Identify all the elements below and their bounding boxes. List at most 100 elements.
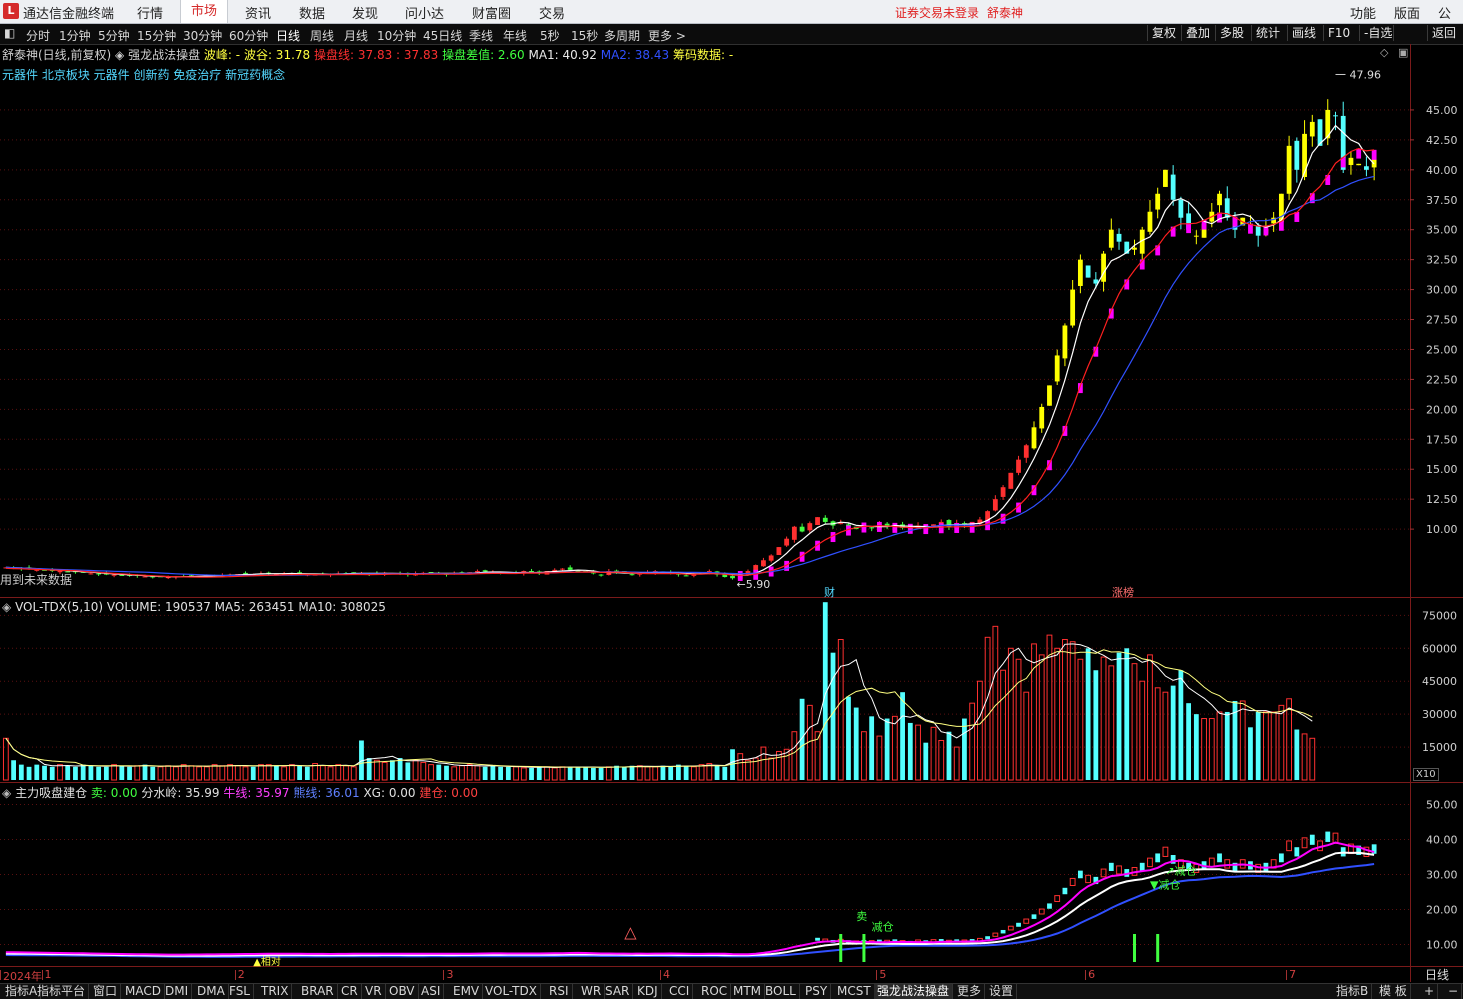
- future-data-note: 用到未来数据: [0, 573, 73, 587]
- vol-bar: [211, 764, 218, 781]
- vol-bar: [629, 765, 635, 780]
- bottom-tab-6[interactable]: FSL: [226, 984, 254, 999]
- candle-body: [730, 575, 735, 579]
- ind-annotation-1: 卖: [856, 910, 867, 923]
- vol-bar: [962, 718, 967, 780]
- vol-bar: [103, 766, 109, 780]
- bottom-tab-8[interactable]: BRAR: [298, 984, 338, 999]
- bottom-tab-20[interactable]: ROC: [698, 984, 732, 999]
- ind-toggle-icon[interactable]: ◈: [2, 786, 11, 800]
- bottom-tab-4[interactable]: DMI: [162, 984, 193, 999]
- vol-bar: [575, 766, 581, 780]
- candle-body: [1108, 229, 1114, 248]
- vol-tick-label: 60000: [1422, 642, 1457, 655]
- bottom-tab-22[interactable]: BOLL: [762, 984, 800, 999]
- build-bar: [862, 934, 866, 962]
- bottom-tab-15[interactable]: RSI: [546, 984, 573, 999]
- vol-bar: [11, 760, 16, 780]
- vol-bar: [274, 765, 279, 780]
- vol-bar: [907, 722, 913, 780]
- bottom-tab-11[interactable]: OBV: [386, 984, 419, 999]
- bottom-tab-13[interactable]: EMV: [450, 984, 484, 999]
- vol-bar: [1124, 648, 1130, 780]
- month-label-4: 4: [662, 968, 670, 981]
- vol-bar: [490, 765, 496, 780]
- candle-body: [799, 526, 805, 532]
- bottom-right-2[interactable]: +: [1421, 984, 1439, 999]
- ind-block: [1155, 853, 1161, 863]
- bottom-tab-3[interactable]: MACD: [122, 984, 165, 999]
- bottom-tab-2[interactable]: 窗口: [90, 984, 122, 999]
- main-tick-label: 25.00: [1426, 343, 1458, 356]
- ind-block: [1016, 922, 1021, 927]
- candle-body: [1178, 199, 1184, 218]
- bottom-tab-18[interactable]: KDJ: [634, 984, 662, 999]
- candle-body: [1116, 233, 1122, 242]
- candle-body: [1047, 385, 1052, 406]
- vol-bar: [714, 765, 720, 780]
- vol-title[interactable]: VOL-TDX(5,10): [15, 600, 103, 614]
- bottom-tab-5[interactable]: DMA: [194, 984, 229, 999]
- month-tick: [1085, 970, 1087, 980]
- vol-bar: [853, 707, 859, 780]
- bottom-tab-7[interactable]: TRIX: [258, 984, 293, 999]
- bottom-tab-26[interactable]: 更多: [954, 984, 986, 999]
- vol-bar: [80, 764, 86, 780]
- candle-body: [776, 547, 782, 555]
- candle-body: [1348, 157, 1354, 166]
- ind-title[interactable]: 主力吸盘建仓: [15, 786, 87, 800]
- bottom-tab-23[interactable]: PSY: [802, 984, 832, 999]
- bottom-tab-12[interactable]: ASI: [418, 984, 445, 999]
- candle-body: [119, 574, 125, 576]
- period-indicator[interactable]: 日线: [1413, 968, 1461, 982]
- vol-bar: [1239, 700, 1246, 781]
- bottom-tab-21[interactable]: MTM: [730, 984, 766, 999]
- main-tick-label: 40.00: [1426, 164, 1458, 177]
- bottom-right-1[interactable]: 模 板: [1376, 984, 1411, 999]
- vol-toggle-icon[interactable]: ◈: [2, 600, 11, 614]
- bottom-tab-17[interactable]: SAR: [602, 984, 634, 999]
- low-marker: ←5.90: [737, 578, 771, 591]
- chart-canvas[interactable]: 10.00 12.50 15.00 17.50 20.00 22.50 25.00 27.50…: [0, 0, 1463, 998]
- vol-bar: [304, 766, 310, 780]
- ind-tick-label: 10.00: [1426, 939, 1458, 952]
- vol-bar: [652, 766, 659, 781]
- bottom-right-0[interactable]: 指标B: [1333, 984, 1373, 999]
- vol-bar: [621, 766, 627, 780]
- vol-bar: [165, 765, 172, 781]
- bottom-tab-10[interactable]: VR: [362, 984, 386, 999]
- bottom-tab-27[interactable]: 设置: [986, 984, 1018, 999]
- candle-body: [1170, 174, 1176, 200]
- vol-bar: [544, 766, 550, 781]
- bottom-tab-14[interactable]: VOL-TDX: [482, 984, 541, 999]
- vol-bar: [683, 765, 689, 780]
- candle-body: [1077, 259, 1083, 286]
- finance-badge[interactable]: 财: [824, 584, 835, 600]
- high-marker: 47.96: [1349, 68, 1381, 81]
- vol-bar: [242, 766, 249, 781]
- candle-body: [1070, 289, 1076, 326]
- ind-watershed-label: 分水岭: 35.99: [141, 786, 220, 800]
- bottom-tab-9[interactable]: CR: [338, 984, 362, 999]
- ind-tick-label: 50.00: [1426, 799, 1458, 812]
- vol-bar: [690, 766, 697, 781]
- vol-bar: [498, 766, 504, 780]
- ma1-line: [5, 124, 1375, 578]
- vol-bar: [884, 718, 890, 780]
- vol-bar: [319, 765, 326, 781]
- vol-bar: [1263, 711, 1269, 781]
- vol-bar: [1309, 737, 1316, 781]
- candle-body: [1008, 472, 1014, 489]
- ind-block: [1147, 857, 1153, 868]
- bottom-tab-19[interactable]: CCI: [666, 984, 694, 999]
- bottom-tab-1[interactable]: 指标平台: [34, 984, 90, 999]
- bottom-tab-25[interactable]: 强龙战法操盘: [874, 984, 954, 999]
- ind-tick-label: 20.00: [1426, 904, 1458, 917]
- bottom-tab-24[interactable]: MCST: [834, 984, 875, 999]
- rank-badge[interactable]: 涨榜: [1112, 584, 1134, 600]
- vol-bar: [1054, 647, 1061, 781]
- vol-bar: [1294, 729, 1300, 780]
- vol-bar: [265, 764, 272, 781]
- vol-bar: [1139, 680, 1146, 781]
- bottom-right-3[interactable]: −: [1445, 984, 1463, 999]
